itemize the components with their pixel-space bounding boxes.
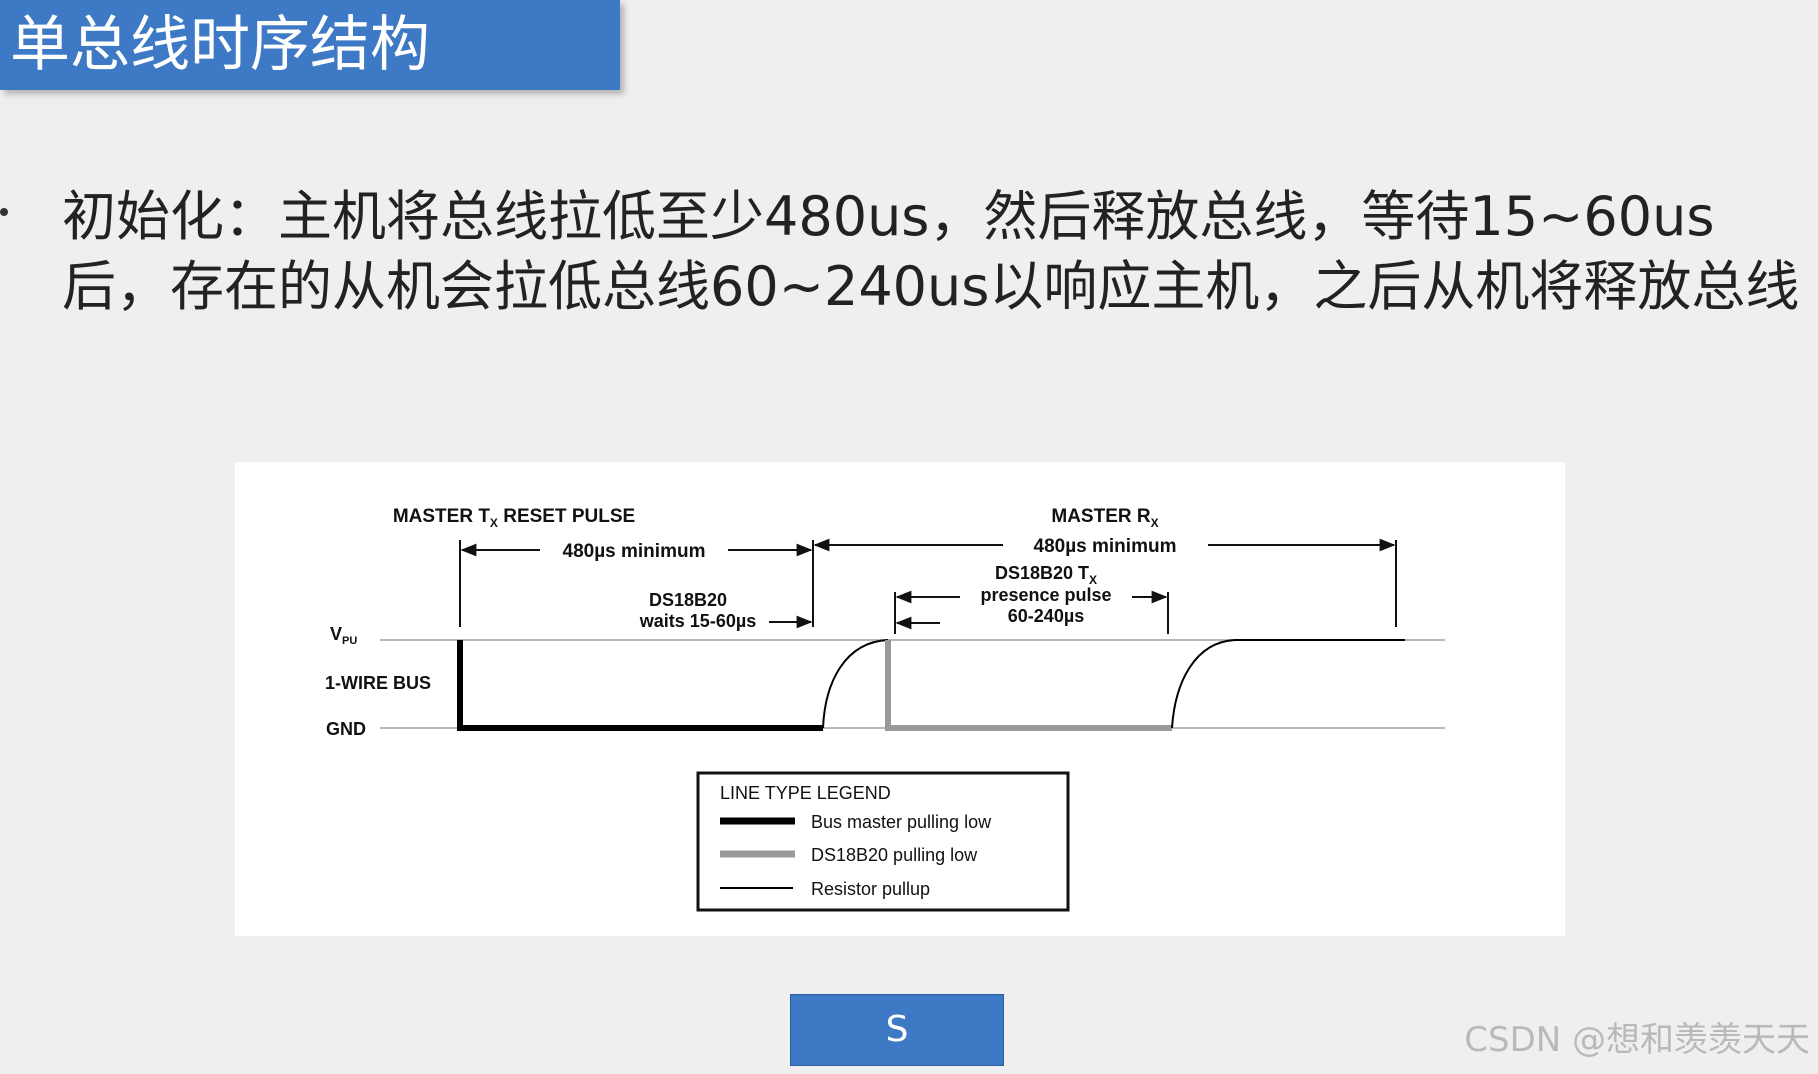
legend-item-ds18b20: DS18B20 pulling low [811,845,978,865]
master-pull-low-trace [457,640,823,731]
vpu-label: VPU [330,624,357,647]
master-tx-min-label: 480µs minimum [563,541,706,562]
slide-title-bar: 单总线时序结构 [0,0,620,90]
legend-title: LINE TYPE LEGEND [720,783,891,803]
master-rx-label: MASTER RX [1051,506,1158,530]
timing-diagram: MASTER TX RESET PULSE MASTER RX 480µs mi… [235,462,1565,936]
master-rx-min-label: 480µs minimum [1034,536,1177,557]
ds-tx-label: DS18B20 TX [995,563,1097,587]
pullup-curve-2 [1171,639,1405,729]
ds-waits-line1: DS18B20 [649,590,727,610]
gnd-label: GND [326,719,366,739]
legend-item-master: Bus master pulling low [811,812,992,832]
legend-item-pullup: Resistor pullup [811,879,930,899]
bullet-marker [0,208,8,216]
ds18b20-pull-low-trace [885,640,1172,731]
s-button[interactable]: S [790,994,1004,1066]
ds-waits-line2: waits 15-60µs [639,611,756,631]
slide-title: 单总线时序结构 [10,10,430,80]
ds-presence-range: 60-240µs [1008,606,1084,626]
timing-diagram-svg: MASTER TX RESET PULSE MASTER RX 480µs mi… [325,506,1445,912]
pullup-curve-1 [822,639,889,729]
watermark: CSDN @想和羡羡天天 [1464,1020,1810,1060]
master-tx-reset-label: MASTER TX RESET PULSE [393,506,635,530]
ds-presence-label: presence pulse [980,585,1111,605]
bullet-text: 初始化：主机将总线拉低至少480us，然后释放总线，等待15~60us后，存在的… [62,185,1800,318]
bus-label: 1-WIRE BUS [325,673,431,693]
